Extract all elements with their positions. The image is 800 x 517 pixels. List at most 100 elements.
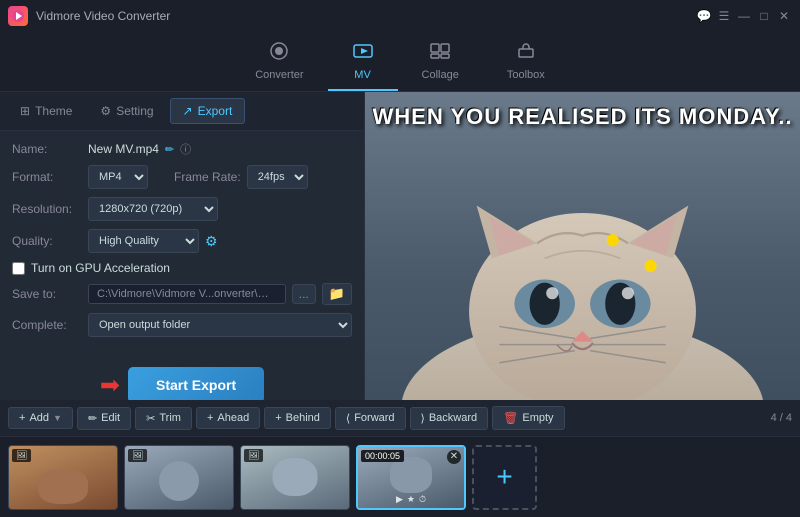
thumbnails-row: 🖼 🖼 🖼 00:00:05 ✕ — [0, 437, 800, 517]
export-icon: ↗ — [183, 104, 193, 118]
count-display: 4 / 4 — [771, 412, 792, 424]
meme-text: WHEN YOU REALISED ITS MONDAY.. — [365, 104, 800, 130]
quality-select[interactable]: High Quality Medium Quality Low Quality — [88, 229, 199, 253]
forward-icon: ⟨ — [346, 412, 350, 425]
gpu-checkbox[interactable] — [12, 262, 25, 275]
ahead-button[interactable]: + Ahead — [196, 407, 260, 429]
nav-bar: Converter MV Collage Toolbox — [0, 32, 800, 92]
start-export-button[interactable]: Start Export — [128, 367, 264, 403]
thumb-4-close[interactable]: ✕ — [447, 450, 461, 464]
trim-button[interactable]: ✂ Trim — [135, 407, 192, 430]
name-value: New MV.mp4 — [88, 142, 159, 156]
info-icon[interactable]: ⓘ — [180, 141, 191, 157]
trash-icon: 🗑 — [503, 411, 518, 425]
bottom-section: + Add ▼ ✏ Edit ✂ Trim + Ahead + Behind ⟨ — [0, 400, 800, 517]
add-button[interactable]: + Add ▼ — [8, 407, 73, 429]
thumbnail-3[interactable]: 🖼 — [240, 445, 350, 510]
tab-converter[interactable]: Converter — [231, 33, 327, 91]
sub-tab-export-label: Export — [198, 104, 233, 118]
backward-button[interactable]: ⟩ Backward — [410, 407, 489, 430]
edit-label: Edit — [101, 412, 120, 424]
quality-label: Quality: — [12, 234, 82, 248]
framerate-label: Frame Rate: — [174, 170, 241, 184]
behind-button[interactable]: + Behind — [264, 407, 331, 429]
add-more-icon: + — [496, 461, 512, 493]
thumb-1-badge: 🖼 — [12, 449, 31, 462]
resolution-label: Resolution: — [12, 202, 82, 216]
close-button[interactable]: ✕ — [776, 8, 792, 24]
ahead-label: Ahead — [217, 412, 249, 424]
collage-icon — [429, 42, 451, 65]
forward-label: Forward — [354, 412, 394, 424]
chat-button[interactable]: 💬 — [696, 8, 712, 24]
empty-button[interactable]: 🗑 Empty — [492, 406, 564, 430]
name-label: Name: — [12, 142, 82, 156]
sub-tab-theme[interactable]: ⊞ Theme — [8, 99, 84, 123]
converter-icon — [268, 42, 290, 65]
title-bar: Vidmore Video Converter 💬 ☰ — □ ✕ — [0, 0, 800, 32]
format-row: Format: MP4 AVI MOV MKV Frame Rate: 24fp… — [12, 165, 352, 189]
trim-icon: ✂ — [146, 412, 155, 425]
backward-label: Backward — [429, 412, 477, 424]
add-clip-button[interactable]: + — [472, 445, 537, 510]
setting-icon: ⚙ — [100, 104, 111, 118]
tab-converter-label: Converter — [255, 69, 303, 81]
menu-button[interactable]: ☰ — [716, 8, 732, 24]
browse-dots-button[interactable]: ... — [292, 284, 316, 304]
thumb-star-icon[interactable]: ★ — [407, 494, 415, 505]
open-folder-button[interactable]: 📁 — [322, 283, 352, 305]
framerate-group: Frame Rate: 24fps 30fps 60fps — [174, 165, 308, 189]
thumb-clock-icon[interactable]: ⏱ — [419, 494, 426, 505]
toolbar-left: + Add ▼ ✏ Edit ✂ Trim + Ahead + Behind ⟨ — [8, 406, 565, 430]
sub-tabs: ⊞ Theme ⚙ Setting ↗ Export — [0, 92, 364, 131]
backward-icon: ⟩ — [421, 412, 425, 425]
complete-label: Complete: — [12, 318, 82, 332]
title-bar-left: Vidmore Video Converter — [8, 6, 170, 26]
ahead-icon: + — [207, 412, 213, 424]
saveto-row: Save to: C:\Vidmore\Vidmore V...onverter… — [12, 283, 352, 305]
edit-button[interactable]: ✏ Edit — [77, 407, 131, 430]
thumb-3-badge: 🖼 — [244, 449, 263, 462]
theme-icon: ⊞ — [20, 104, 30, 118]
add-icon: + — [19, 412, 25, 424]
minimize-button[interactable]: — — [736, 8, 752, 24]
tab-mv-label: MV — [354, 69, 371, 81]
saveto-label: Save to: — [12, 287, 82, 301]
edit-icon[interactable]: ✏ — [165, 143, 174, 156]
format-select[interactable]: MP4 AVI MOV MKV — [88, 165, 148, 189]
thumbnail-2[interactable]: 🖼 — [124, 445, 234, 510]
forward-button[interactable]: ⟨ Forward — [335, 407, 406, 430]
quality-row: Quality: High Quality Medium Quality Low… — [12, 229, 352, 253]
window-controls: 💬 ☰ — □ ✕ — [696, 8, 792, 24]
tab-toolbox[interactable]: Toolbox — [483, 33, 569, 91]
sub-tab-setting-label: Setting — [116, 104, 153, 118]
thumbnail-1[interactable]: 🖼 — [8, 445, 118, 510]
name-row: Name: New MV.mp4 ✏ ⓘ — [12, 141, 352, 157]
mv-icon — [352, 42, 374, 65]
quality-gear-icon[interactable]: ⚙ — [205, 233, 218, 250]
thumbnail-4[interactable]: 00:00:05 ✕ ▶ ★ ⏱ — [356, 445, 466, 510]
complete-select[interactable]: Open output folder Do nothing — [88, 313, 352, 337]
sub-tab-export[interactable]: ↗ Export — [170, 98, 246, 124]
gpu-row: Turn on GPU Acceleration — [12, 261, 352, 275]
tab-toolbox-label: Toolbox — [507, 69, 545, 81]
behind-label: Behind — [286, 412, 320, 424]
maximize-button[interactable]: □ — [756, 8, 772, 24]
red-arrow-icon: ➡ — [100, 371, 120, 400]
thumb-4-controls: ▶ ★ ⏱ — [396, 494, 426, 505]
tab-mv[interactable]: MV — [328, 33, 398, 91]
tab-collage-label: Collage — [422, 69, 459, 81]
sub-tab-theme-label: Theme — [35, 104, 72, 118]
thumb-play-icon[interactable]: ▶ — [396, 494, 403, 505]
framerate-select[interactable]: 24fps 30fps 60fps — [247, 165, 308, 189]
toolbox-icon — [515, 42, 537, 65]
app-icon — [8, 6, 28, 26]
behind-icon: + — [275, 412, 281, 424]
tab-collage[interactable]: Collage — [398, 33, 483, 91]
app-title: Vidmore Video Converter — [36, 9, 170, 23]
trim-label: Trim — [159, 412, 181, 424]
resolution-select[interactable]: 1280x720 (720p) 1920x1080 (1080p) 854x48… — [88, 197, 218, 221]
thumb-2-badge: 🖼 — [128, 449, 147, 462]
gpu-label: Turn on GPU Acceleration — [31, 261, 170, 275]
sub-tab-setting[interactable]: ⚙ Setting — [88, 99, 165, 123]
